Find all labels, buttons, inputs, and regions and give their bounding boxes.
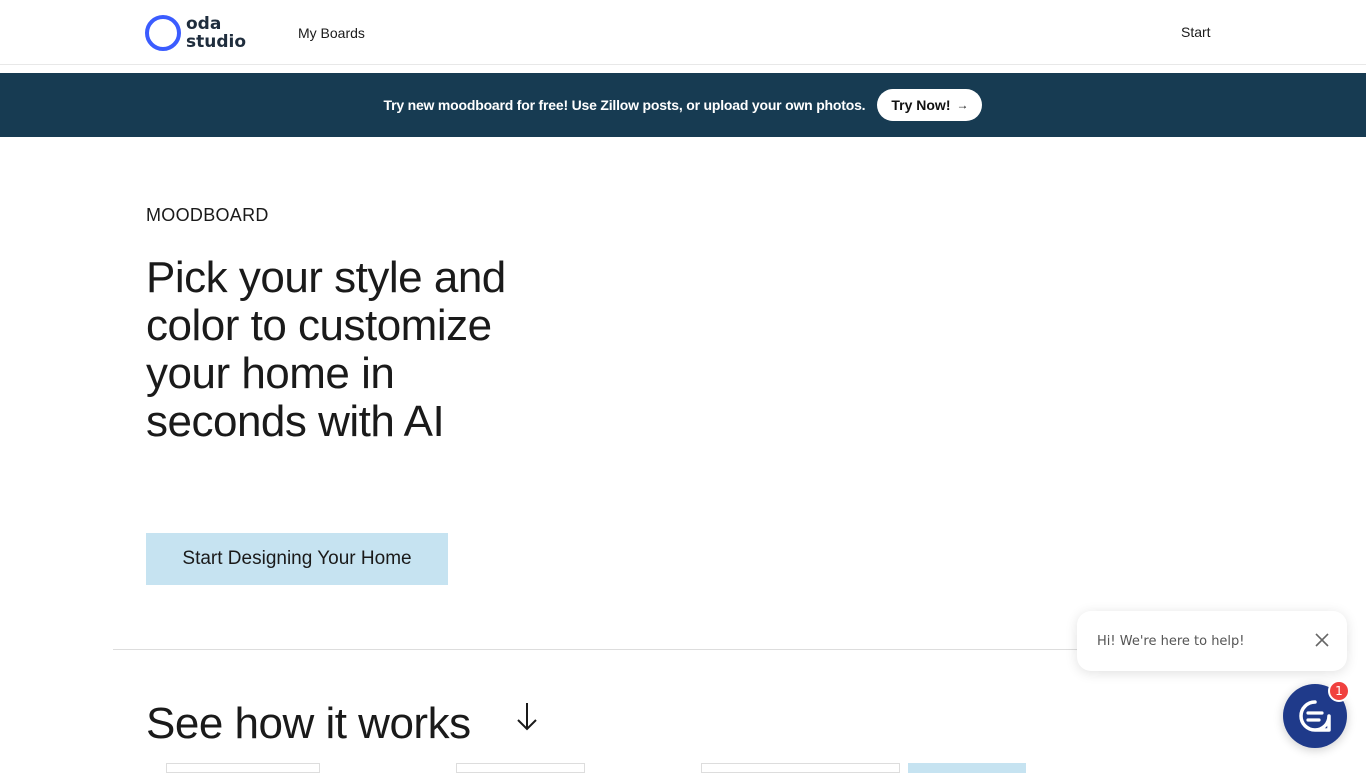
arrow-down-icon xyxy=(517,703,537,731)
step-card xyxy=(456,763,585,773)
ring-logo-icon xyxy=(145,15,181,51)
logo-wordmark: oda studio xyxy=(186,15,246,51)
section-eyebrow: MOODBOARD xyxy=(146,205,269,225)
step-card xyxy=(166,763,320,773)
close-icon[interactable] xyxy=(1313,631,1331,649)
chat-greeting-text: Hi! We're here to help! xyxy=(1097,633,1245,649)
promo-banner-text: Try new moodboard for free! Use Zillow p… xyxy=(383,97,866,113)
start-designing-button[interactable]: Start Designing Your Home xyxy=(146,533,448,585)
arrow-right-icon: → xyxy=(956,98,969,112)
try-now-label: Try Now! xyxy=(891,97,951,113)
site-header: oda studio My Boards Start xyxy=(0,0,1366,65)
notification-badge: 1 xyxy=(1328,680,1350,702)
step-card xyxy=(701,763,900,773)
step-card xyxy=(908,763,1026,773)
try-now-button[interactable]: Try Now! → xyxy=(877,89,983,121)
how-it-works-title: See how it works xyxy=(146,699,471,748)
oda-studio-logo[interactable]: oda studio xyxy=(145,13,246,53)
chat-icon xyxy=(1299,700,1331,732)
hero-title: Pick your style and color to customize y… xyxy=(146,253,506,446)
logo-line-1: oda xyxy=(186,14,222,34)
promo-banner: Try new moodboard for free! Use Zillow p… xyxy=(0,73,1366,137)
nav-start[interactable]: Start xyxy=(1181,24,1211,40)
chat-greeting-bubble[interactable]: Hi! We're here to help! xyxy=(1077,611,1347,671)
nav-my-boards[interactable]: My Boards xyxy=(298,25,365,41)
logo-line-2: studio xyxy=(186,32,247,52)
